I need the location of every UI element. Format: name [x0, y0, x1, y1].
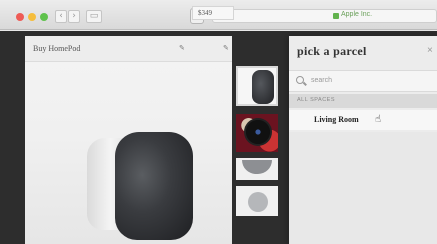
panel-title: pick a parcel — [297, 44, 367, 58]
parcel-search[interactable]: search — [289, 70, 437, 92]
edit-price-icon[interactable]: ✎ — [223, 44, 229, 52]
list-item-label: Living Room — [314, 115, 359, 124]
minimize-window-button[interactable] — [28, 13, 36, 21]
parcel-picker-panel: pick a parcel × search ALL SPACES Living… — [289, 36, 437, 244]
panel-body — [289, 132, 437, 244]
address-bar[interactable]: Apple Inc. — [212, 9, 437, 23]
product-header: Buy HomePod ✎ ✎ — [25, 36, 232, 62]
thumbnail-homepod-cable[interactable] — [236, 186, 278, 216]
zoom-window-button[interactable] — [40, 13, 48, 21]
page-title: Buy HomePod — [33, 44, 81, 53]
price-field[interactable]: $349 — [192, 6, 234, 20]
close-panel-button[interactable]: × — [427, 45, 433, 56]
search-icon — [296, 76, 304, 84]
section-header: ALL SPACES — [289, 94, 437, 108]
forward-button[interactable]: › — [68, 10, 80, 23]
homepod-space-gray-image — [115, 132, 193, 240]
thumbnail-homepod-top[interactable] — [236, 114, 278, 152]
back-button[interactable]: ‹ — [55, 10, 67, 23]
thumbnail-homepod-side[interactable] — [236, 158, 278, 180]
lock-icon — [333, 13, 339, 19]
product-page: Buy HomePod ✎ ✎ — [25, 36, 232, 244]
cursor-icon: ☝ — [375, 114, 382, 125]
sidebar-toggle-button[interactable]: ▭ — [86, 10, 102, 23]
browser-window: ‹ › ▭ ⇧ Apple Inc. Buy HomePod ✎ ✎ $349 … — [0, 0, 437, 244]
address-text: Apple Inc. — [341, 11, 373, 18]
list-item[interactable]: Living Room ☝ — [289, 110, 437, 130]
price-value: $349 — [198, 9, 212, 17]
thumbnail-homepod[interactable] — [236, 66, 278, 106]
close-window-button[interactable] — [16, 13, 24, 21]
edit-icon[interactable]: ✎ — [179, 44, 185, 52]
product-photo — [25, 62, 232, 244]
search-input[interactable]: search — [311, 77, 332, 84]
section-label: ALL SPACES — [297, 97, 336, 103]
